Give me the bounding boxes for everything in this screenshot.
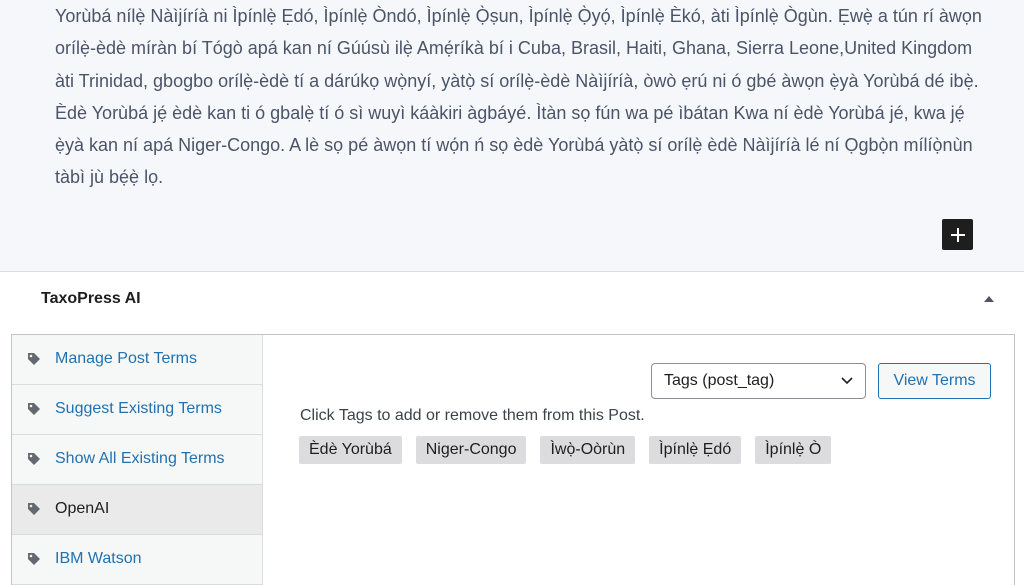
tag-chip[interactable]: Ìpínlẹ̀ Ò [755,436,832,464]
tag-chip[interactable]: Ìwọ̀-Oòrùn [540,436,636,464]
tag-icon [28,353,40,365]
taxopress-panel-header[interactable]: TaxoPress AI [0,272,1024,328]
sidebar-item-ibm-watson[interactable]: IBM Watson [12,535,262,585]
taxopress-sidebar: Manage Post Terms Suggest Existing Terms… [12,335,263,585]
add-block-button[interactable] [942,219,973,250]
taxopress-content: Tags (post_tag) View Terms Click Tags to… [263,335,1015,585]
triangle-up-icon[interactable] [983,293,995,305]
sidebar-item-label: Show All Existing Terms [55,450,225,467]
paragraph-block[interactable]: Yorùbá nílẹ̀ Nàìjíríà ni Ìpínlẹ̀ Ẹdó, Ìp… [55,0,985,194]
sidebar-item-label: IBM Watson [55,550,142,567]
sidebar-item-show-all-existing-terms[interactable]: Show All Existing Terms [12,435,262,485]
tag-icon [28,453,40,465]
sidebar-item-suggest-existing-terms[interactable]: Suggest Existing Terms [12,385,262,435]
view-terms-button[interactable]: View Terms [878,363,991,399]
tag-chip[interactable]: Èdè Yorùbá [299,436,402,464]
tags-hint: Click Tags to add or remove them from th… [300,407,645,424]
tag-icon [28,553,40,565]
chevron-down-icon [841,377,853,385]
tag-chip[interactable]: Ìpínlẹ̀ Ẹdó [649,436,742,464]
tag-chip[interactable]: Niger-Congo [415,436,527,464]
taxopress-box: Manage Post Terms Suggest Existing Terms… [11,334,1015,585]
sidebar-item-label: OpenAI [55,500,110,517]
tag-icon [28,503,40,515]
tag-icon [28,403,40,415]
taxonomy-select[interactable]: Tags (post_tag) [651,363,866,399]
sidebar-item-label: Suggest Existing Terms [55,400,222,417]
taxonomy-select-value: Tags (post_tag) [664,372,775,389]
sidebar-item-manage-post-terms[interactable]: Manage Post Terms [12,335,262,385]
sidebar-item-label: Manage Post Terms [55,350,197,367]
sidebar-item-openai[interactable]: OpenAI [12,485,262,535]
editor-canvas[interactable]: Yorùbá nílẹ̀ Nàìjíríà ni Ìpínlẹ̀ Ẹdó, Ìp… [0,0,1024,272]
tag-list: Èdè Yorùbá Niger-Congo Ìwọ̀-Oòrùn Ìpínlẹ… [299,436,832,464]
panel-title: TaxoPress AI [41,290,141,307]
plus-icon [950,227,965,242]
